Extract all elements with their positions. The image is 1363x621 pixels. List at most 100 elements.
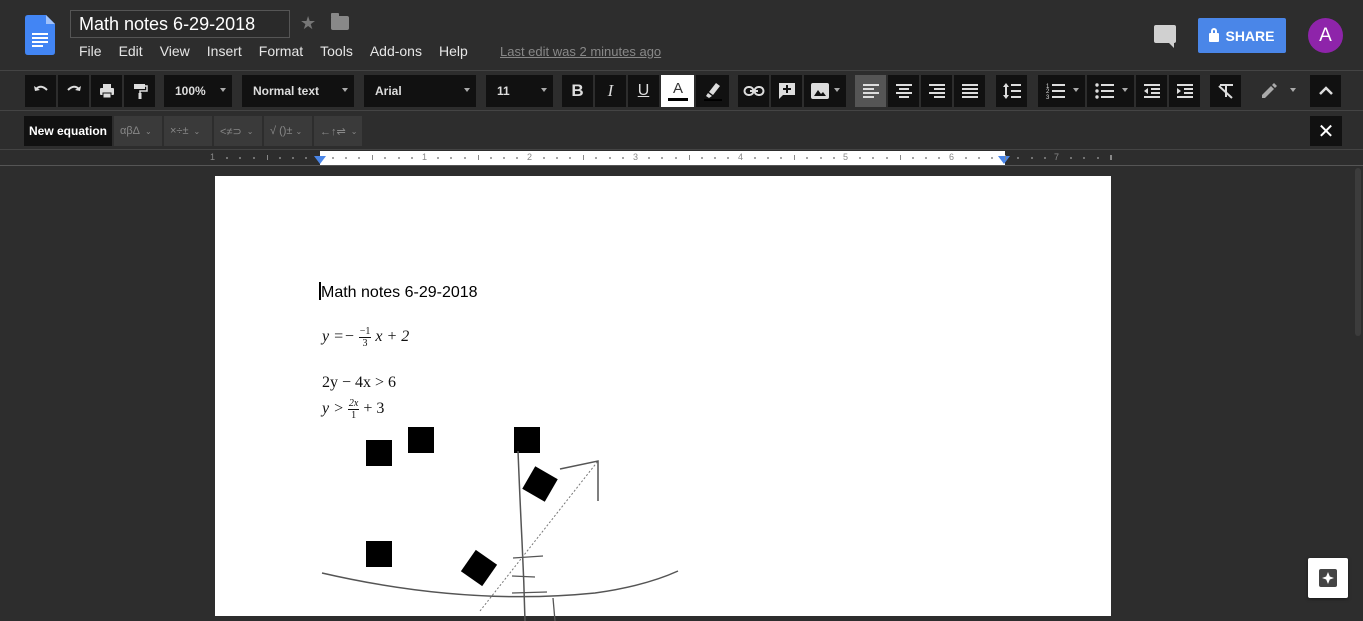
chevron-down-icon: ⌄ xyxy=(193,126,201,136)
chevron-down-icon xyxy=(220,88,226,92)
folder-icon[interactable] xyxy=(331,13,349,30)
ruler-tick xyxy=(344,157,347,159)
ruler-tick xyxy=(305,157,308,159)
italic-button[interactable]: I xyxy=(595,75,626,107)
explore-button[interactable] xyxy=(1308,558,1348,598)
menu-addons[interactable]: Add-ons xyxy=(370,43,422,59)
collapse-icon xyxy=(1318,86,1333,95)
misc-operations-menu[interactable]: ×÷± ⌄ xyxy=(164,116,212,146)
ruler-tick xyxy=(964,157,967,159)
ruler-tick xyxy=(463,157,466,159)
drawing-square xyxy=(522,466,558,502)
print-icon xyxy=(99,84,114,99)
chevron-down-icon: ⌄ xyxy=(295,126,303,136)
zoom-select[interactable]: 100% xyxy=(164,75,232,107)
new-equation-button[interactable]: New equation xyxy=(24,116,112,146)
share-button[interactable]: SHARE xyxy=(1198,18,1286,53)
relations-menu[interactable]: <≠⊃ ⌄ xyxy=(214,116,262,146)
font-select[interactable]: Arial xyxy=(364,75,476,107)
document-heading[interactable]: Math notes 6-29-2018 xyxy=(321,284,478,302)
highlight-button[interactable] xyxy=(696,75,729,107)
close-equation-button[interactable]: ✕ xyxy=(1310,116,1342,146)
ruler-tick xyxy=(674,157,677,159)
align-left-button[interactable] xyxy=(855,75,886,107)
underline-button[interactable]: U xyxy=(628,75,659,107)
style-value: Normal text xyxy=(253,84,320,98)
menu-edit[interactable]: Edit xyxy=(119,43,143,59)
justify-button[interactable] xyxy=(954,75,985,107)
add-comment-button[interactable] xyxy=(771,75,802,107)
comments-icon[interactable] xyxy=(1154,25,1176,48)
collapse-toolbar-button[interactable] xyxy=(1310,75,1341,107)
ruler-tick xyxy=(266,155,268,160)
equation-toolbar: New equation αβΔ ⌄ ×÷± ⌄ <≠⊃ ⌄ √ ()± ⌄ ←↑⇌ ⌄ … xyxy=(0,112,1363,150)
line-spacing-button[interactable] xyxy=(996,75,1027,107)
font-size-select[interactable]: 11 xyxy=(486,75,553,107)
math-operators-label: √ ()± xyxy=(270,125,293,137)
menu-view[interactable]: View xyxy=(160,43,190,59)
align-center-button[interactable] xyxy=(888,75,919,107)
ruler-tick xyxy=(489,157,492,159)
menu-tools[interactable]: Tools xyxy=(320,43,353,59)
equation-3[interactable]: y > 2x 1 + 3 xyxy=(322,398,384,421)
ruler-label: 5 xyxy=(843,152,849,162)
decrease-indent-button[interactable] xyxy=(1136,75,1167,107)
undo-button[interactable] xyxy=(25,75,56,107)
svg-text:A: A xyxy=(672,80,682,97)
ruler-tick xyxy=(1096,157,1099,159)
left-indent-marker[interactable] xyxy=(314,156,326,164)
numbered-list-button[interactable]: 123 xyxy=(1038,75,1085,107)
insert-link-button[interactable] xyxy=(738,75,769,107)
avatar[interactable]: A xyxy=(1308,18,1343,53)
chevron-down-icon xyxy=(1122,88,1128,92)
vertical-scrollbar[interactable] xyxy=(1355,168,1361,336)
insert-image-button[interactable] xyxy=(804,75,846,107)
redo-button[interactable] xyxy=(58,75,89,107)
underline-icon: U xyxy=(637,82,650,99)
ruler-tick xyxy=(1017,157,1020,159)
drawing-vertical-line xyxy=(517,450,526,621)
equation-2[interactable]: 2y − 4x > 6 xyxy=(322,374,396,392)
document-title-input[interactable]: Math notes 6-29-2018 xyxy=(70,10,290,38)
hand-drawing[interactable] xyxy=(315,421,695,621)
right-indent-marker[interactable] xyxy=(998,156,1010,164)
increase-indent-button[interactable] xyxy=(1169,75,1200,107)
chevron-down-icon xyxy=(1290,88,1296,92)
paint-format-button[interactable] xyxy=(124,75,155,107)
print-button[interactable] xyxy=(91,75,122,107)
star-icon[interactable]: ★ xyxy=(300,13,316,34)
menu-format[interactable]: Format xyxy=(259,43,303,59)
eq3-numerator: 2x xyxy=(347,398,360,410)
align-right-button[interactable] xyxy=(921,75,952,107)
clear-formatting-button[interactable] xyxy=(1210,75,1241,107)
arrows-menu[interactable]: ←↑⇌ ⌄ xyxy=(314,116,362,146)
eq2-text: 2y − 4x > 6 xyxy=(322,374,397,391)
greek-letters-label: αβΔ xyxy=(120,125,141,137)
paragraph-style-select[interactable]: Normal text xyxy=(242,75,354,107)
bold-button[interactable]: B xyxy=(562,75,593,107)
eq1-denominator: 3 xyxy=(362,338,368,349)
menu-insert[interactable]: Insert xyxy=(207,43,242,59)
ruler-tick xyxy=(252,157,255,159)
decrease-indent-icon xyxy=(1143,84,1160,98)
menu-file[interactable]: File xyxy=(79,43,102,59)
editing-mode-button[interactable] xyxy=(1250,75,1302,107)
drawing-curve xyxy=(321,570,679,598)
docs-logo-icon[interactable] xyxy=(25,15,55,55)
add-comment-icon xyxy=(778,83,795,99)
ruler-label: 4 xyxy=(738,152,744,162)
relations-label: <≠⊃ xyxy=(220,125,242,138)
ruler: 1 1 2 3 4 5 6 7 xyxy=(0,150,1363,166)
align-right-icon xyxy=(928,84,945,98)
greek-letters-menu[interactable]: αβΔ ⌄ xyxy=(114,116,162,146)
bulleted-list-button[interactable] xyxy=(1087,75,1134,107)
numbered-list-icon: 123 xyxy=(1046,84,1065,100)
ruler-tick xyxy=(555,157,558,159)
menu-help[interactable]: Help xyxy=(439,43,468,59)
formatting-toolbar: 100% Normal text Arial 11 B I U A 1 2 3 xyxy=(0,70,1363,111)
math-operators-menu[interactable]: √ ()± ⌄ xyxy=(264,116,312,146)
text-color-button[interactable]: A xyxy=(661,75,694,107)
last-edit-link[interactable]: Last edit was 2 minutes ago xyxy=(500,44,661,59)
document-page[interactable]: Math notes 6-29-2018 y =− −1 3 x + 2 2y −… xyxy=(215,176,1111,621)
equation-1[interactable]: y =− −1 3 x + 2 xyxy=(322,326,409,349)
